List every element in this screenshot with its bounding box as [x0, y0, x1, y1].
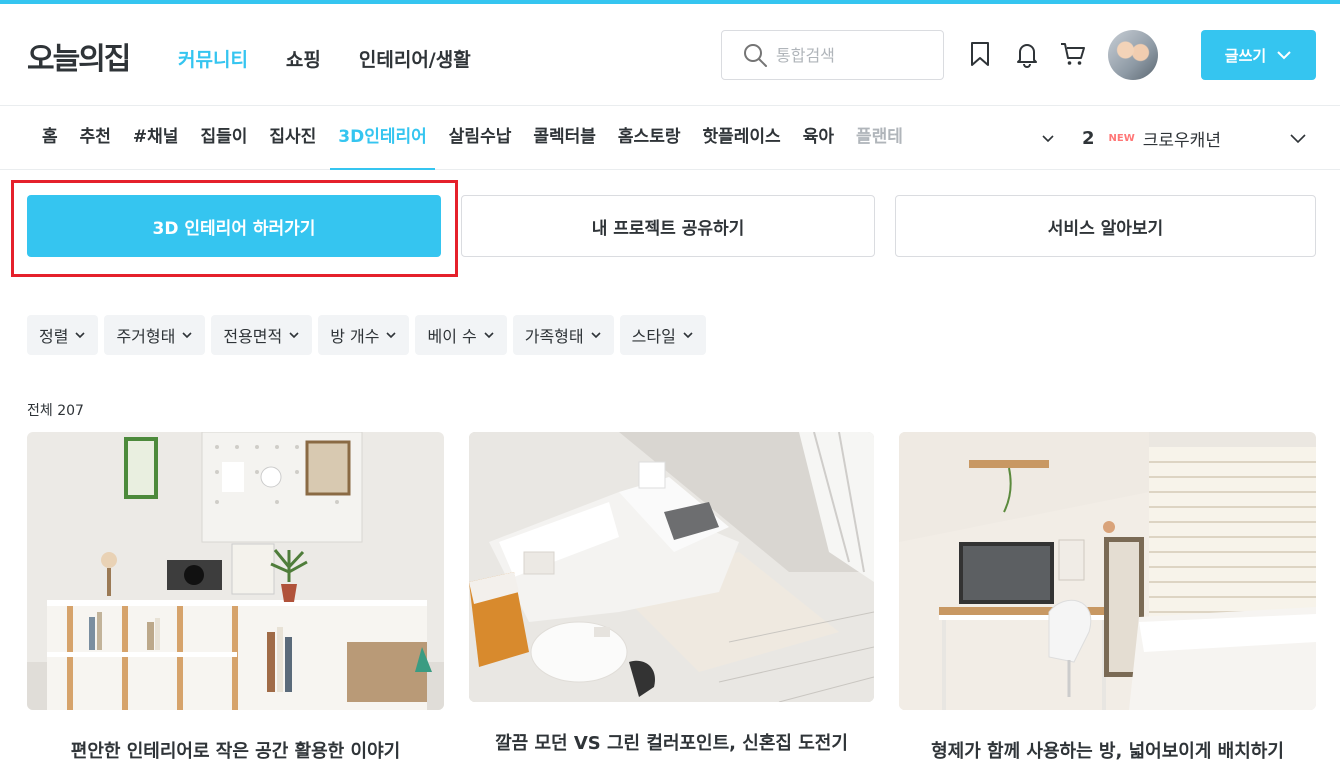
- subnav-item-home[interactable]: 홈: [34, 106, 66, 170]
- chevron-down-icon: [75, 332, 86, 339]
- project-card[interactable]: 편안한 인테리어로 작은 공간 활용한 이야기: [27, 432, 444, 761]
- subnav-item-storage[interactable]: 살림수납: [441, 106, 520, 170]
- subnav-item-plants[interactable]: 플랜테: [848, 106, 911, 170]
- learn-service-button[interactable]: 서비스 알아보기: [895, 195, 1316, 257]
- nav-community[interactable]: 커뮤니티: [178, 45, 248, 72]
- project-title[interactable]: 편안한 인테리어로 작은 공간 활용한 이야기: [27, 737, 444, 761]
- filter-area[interactable]: 전용면적: [211, 315, 313, 355]
- search-input[interactable]: [776, 45, 926, 65]
- chevron-down-icon: [1277, 51, 1291, 60]
- trending-keyword-text: 크로우캐년: [1142, 130, 1221, 151]
- filter-family-type[interactable]: 가족형태: [512, 315, 614, 355]
- filter-label: 베이 수: [427, 327, 477, 346]
- filter-sort[interactable]: 정렬: [27, 315, 99, 355]
- filter-style[interactable]: 스타일: [619, 315, 706, 355]
- project-thumbnail[interactable]: [899, 432, 1316, 710]
- filter-room-count[interactable]: 방 개수: [318, 315, 410, 355]
- filter-bay-count[interactable]: 베이 수: [415, 315, 507, 355]
- subnav-item-parenting[interactable]: 육아: [795, 106, 842, 170]
- share-project-button[interactable]: 내 프로젝트 공유하기: [461, 195, 875, 257]
- filter-label: 방 개수: [330, 327, 380, 346]
- subnav-item-hot-places[interactable]: 핫플레이스: [694, 106, 788, 170]
- trending-rank: 2: [1082, 127, 1095, 149]
- search-icon: [744, 44, 767, 67]
- subnav-item-3d-interior[interactable]: 3D인테리어: [330, 106, 435, 170]
- chevron-down-icon: [289, 332, 299, 339]
- project-thumbnail[interactable]: [27, 432, 444, 710]
- filter-label: 주거형태: [116, 327, 176, 346]
- trending-keyword[interactable]: 2 NEW 크로우캐년: [1082, 106, 1221, 170]
- room-render-image: [899, 432, 1316, 710]
- subnav-item-recommend[interactable]: 추천: [72, 106, 119, 170]
- bookmark-icon[interactable]: [966, 40, 994, 68]
- subnav-item-home-restaurant[interactable]: 홈스토랑: [610, 106, 689, 170]
- project-thumbnail[interactable]: [469, 432, 874, 702]
- project-title[interactable]: 깔끔 모던 VS 그린 컬러포인트, 신혼집 도전기: [469, 729, 874, 755]
- notification-bell-icon[interactable]: [1013, 40, 1041, 68]
- chevron-down-icon: [386, 332, 397, 339]
- room-render-image: [469, 432, 874, 702]
- subnav-item-collectible[interactable]: 콜렉터블: [525, 106, 604, 170]
- room-render-image: [27, 432, 444, 710]
- subnav-item-housewarming[interactable]: 집들이: [192, 106, 255, 170]
- sub-nav-fade: [960, 106, 1020, 168]
- subnav-item-house-photos[interactable]: 집사진: [261, 106, 324, 170]
- user-avatar[interactable]: [1108, 30, 1158, 80]
- nav-shopping[interactable]: 쇼핑: [286, 45, 321, 72]
- search-box[interactable]: [721, 30, 944, 80]
- write-button[interactable]: 글쓰기: [1201, 30, 1316, 80]
- filter-label: 스타일: [631, 327, 676, 346]
- new-badge: NEW: [1108, 132, 1135, 144]
- chevron-down-icon: [182, 332, 192, 339]
- sub-nav: 홈 추천 #채널 집들이 집사진 3D인테리어 살림수납 콜렉터블 홈스토랑 핫…: [0, 106, 1340, 170]
- write-button-label: 글쓰기: [1224, 46, 1267, 65]
- chevron-down-icon: [484, 332, 494, 339]
- total-count: 전체 207: [27, 403, 84, 419]
- subnav-item-channel[interactable]: #채널: [125, 106, 187, 170]
- project-title[interactable]: 형제가 함께 사용하는 방, 넓어보이게 배치하기: [899, 737, 1316, 761]
- filter-label: 전용면적: [223, 327, 283, 346]
- chevron-down-icon[interactable]: [1040, 130, 1056, 146]
- logo[interactable]: 오늘의집: [27, 34, 131, 78]
- nav-interior-life[interactable]: 인테리어/생활: [359, 45, 471, 72]
- cart-icon[interactable]: [1059, 40, 1087, 68]
- chevron-down-icon: [591, 332, 601, 339]
- sub-nav-items: 홈 추천 #채널 집들이 집사진 3D인테리어 살림수납 콜렉터블 홈스토랑 핫…: [34, 106, 917, 170]
- filter-housing-type[interactable]: 주거형태: [104, 315, 206, 355]
- chevron-down-icon: [683, 332, 693, 339]
- filter-label: 가족형태: [524, 327, 584, 346]
- project-card[interactable]: 깔끔 모던 VS 그린 컬러포인트, 신혼집 도전기: [469, 432, 874, 755]
- project-card[interactable]: 형제가 함께 사용하는 방, 넓어보이게 배치하기: [899, 432, 1316, 761]
- global-header: 오늘의집 커뮤니티 쇼핑 인테리어/생활 글쓰기: [0, 4, 1340, 106]
- chevron-down-icon[interactable]: [1288, 128, 1308, 148]
- start-3d-interior-button[interactable]: 3D 인테리어 하러가기: [27, 195, 441, 257]
- main-nav: 커뮤니티 쇼핑 인테리어/생활: [178, 45, 471, 72]
- filter-label: 정렬: [39, 327, 69, 346]
- filter-bar: 정렬 주거형태 전용면적 방 개수 베이 수 가족형태 스타일: [27, 315, 706, 355]
